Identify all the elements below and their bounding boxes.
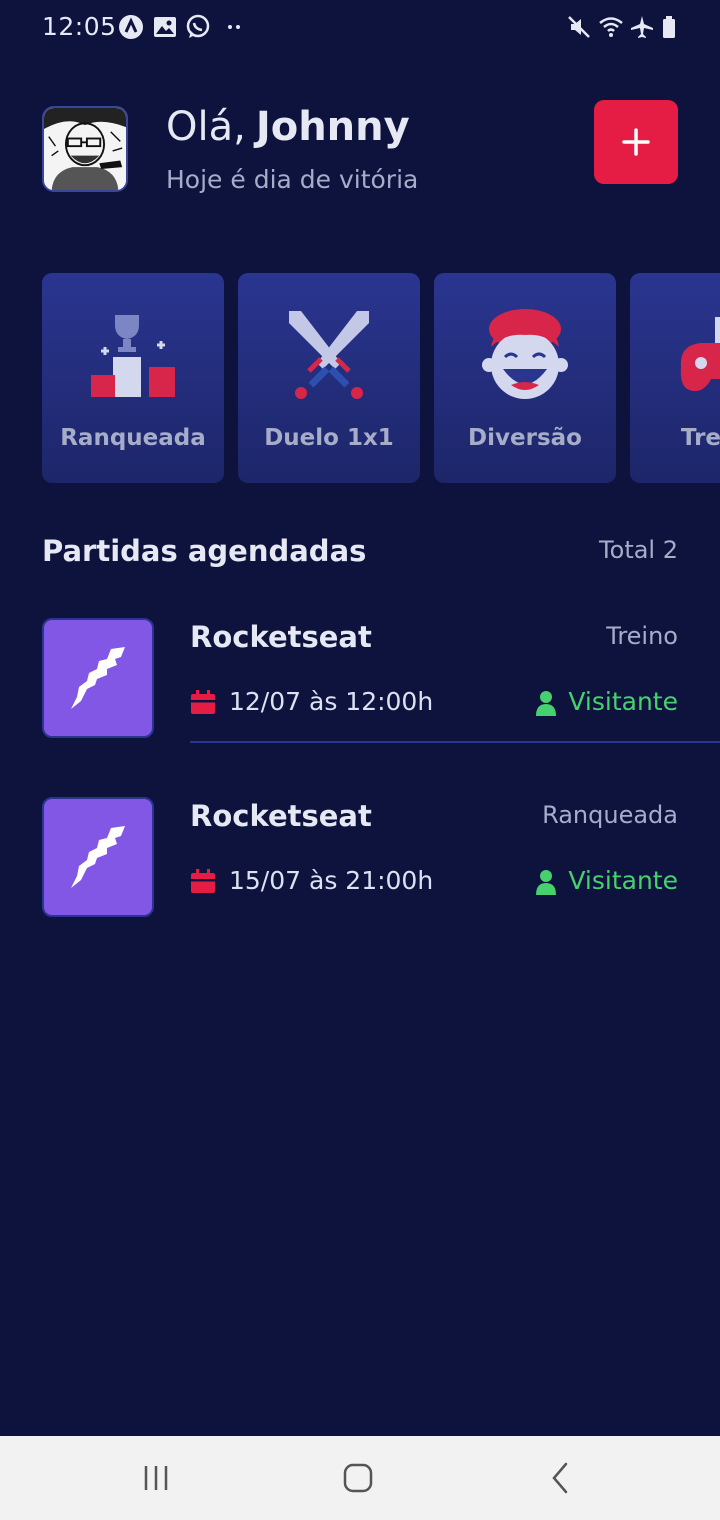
rocketseat-logo-icon	[71, 826, 125, 888]
person-icon	[534, 690, 558, 716]
mute-icon	[566, 14, 592, 40]
home-screen: 12:05 Olá, Johnny Hoje é dia de vitória …	[0, 0, 720, 1520]
section-total: Total 2	[599, 536, 678, 564]
battery-icon	[658, 14, 684, 40]
greeting-subtitle: Hoje é dia de vitória	[166, 165, 419, 194]
status-bar: 12:05	[0, 0, 720, 56]
recent-apps-icon[interactable]	[134, 1456, 178, 1500]
match-card[interactable]: Rocketseat Treino 12/07 às 12:00h Visita…	[0, 618, 720, 744]
avatar[interactable]	[42, 106, 128, 192]
rocketseat-logo-icon	[71, 647, 125, 709]
match-role: Visitante	[568, 866, 678, 895]
category-card-duelo[interactable]: Duelo 1x1	[238, 273, 420, 483]
gallery-icon	[152, 14, 178, 40]
more-dots-icon	[222, 14, 248, 40]
calendar-icon	[190, 869, 216, 895]
user-name: Johnny	[255, 104, 410, 150]
category-label: Duelo 1x1	[264, 425, 394, 451]
greeting-prefix: Olá,	[166, 104, 246, 150]
whatsapp-icon	[185, 14, 211, 40]
match-category: Ranqueada	[542, 801, 678, 829]
category-label: Ranqueada	[60, 425, 206, 451]
home-icon[interactable]	[336, 1456, 380, 1500]
match-guild-name: Rocketseat	[190, 620, 372, 654]
add-match-button[interactable]	[594, 100, 678, 184]
section-title: Partidas agendadas	[42, 534, 367, 568]
gamepad-icon	[671, 307, 720, 407]
divider	[190, 741, 720, 743]
laughing-face-icon	[475, 307, 575, 407]
status-time: 12:05	[42, 12, 117, 41]
category-card-ranqueada[interactable]: Ranqueada	[42, 273, 224, 483]
nucleo-icon	[118, 14, 144, 40]
back-icon[interactable]	[538, 1456, 582, 1500]
greeting: Olá, Johnny	[166, 104, 410, 150]
category-card-treino[interactable]: Treino	[630, 273, 720, 483]
match-role: Visitante	[568, 687, 678, 716]
match-date: 15/07 às 21:00h	[229, 866, 434, 895]
match-date: 12/07 às 12:00h	[229, 687, 434, 716]
trophy-podium-icon	[83, 307, 183, 407]
category-card-diversao[interactable]: Diversão	[434, 273, 616, 483]
match-category: Treino	[606, 622, 678, 650]
system-nav-bar	[0, 1436, 720, 1520]
calendar-icon	[190, 690, 216, 716]
guild-thumbnail	[42, 797, 154, 917]
match-card[interactable]: Rocketseat Ranqueada 15/07 às 21:00h Vis…	[0, 797, 720, 923]
airplane-icon	[629, 14, 655, 40]
wifi-icon	[598, 14, 624, 40]
guild-thumbnail	[42, 618, 154, 738]
person-icon	[534, 869, 558, 895]
category-list[interactable]: Ranqueada Duelo 1x1 Diversão Tre	[42, 273, 720, 483]
match-guild-name: Rocketseat	[190, 799, 372, 833]
category-label: Treino	[680, 425, 720, 451]
crossed-swords-icon	[279, 307, 379, 407]
plus-icon	[622, 128, 650, 156]
category-label: Diversão	[468, 425, 582, 451]
